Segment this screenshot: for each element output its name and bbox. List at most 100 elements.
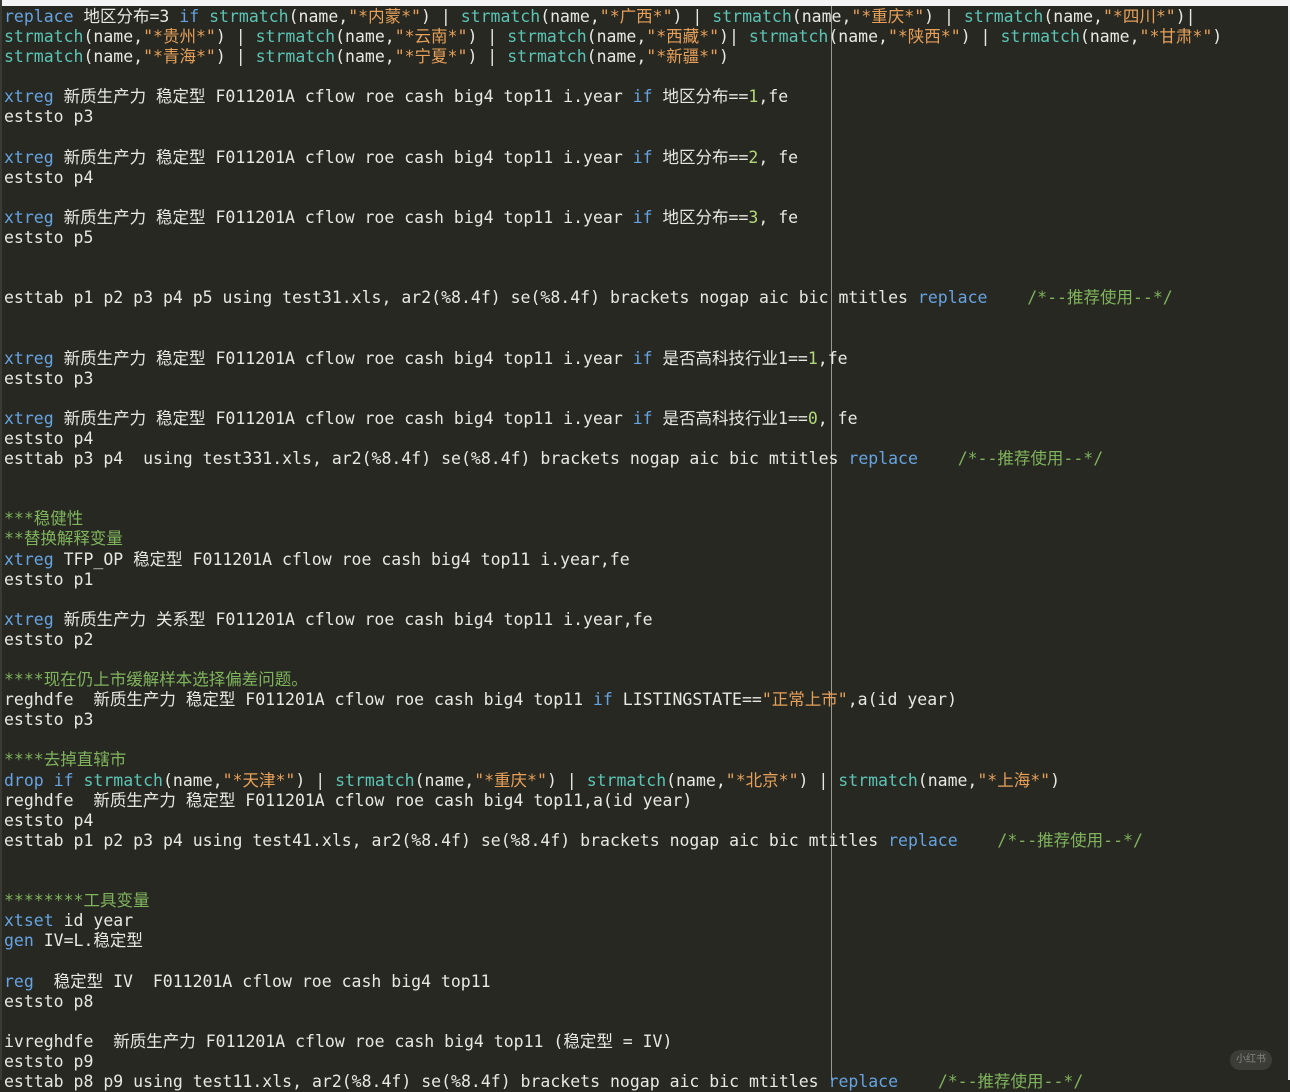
code-token: strmatch <box>963 7 1044 26</box>
code-line[interactable]: ****现在仍上市缓解样本选择偏差问题。 <box>4 670 1286 690</box>
code-token: 1 <box>807 348 818 368</box>
code-token: (name, <box>828 27 888 47</box>
code-line[interactable]: xtset id year <box>4 911 1286 931</box>
code-line[interactable]: eststo p2 <box>4 630 1286 650</box>
code-line[interactable]: esttab p1 p2 p3 p4 p5 using test31.xls, … <box>4 288 1286 308</box>
code-token: xtreg <box>4 147 54 167</box>
code-line[interactable] <box>4 469 1286 489</box>
code-line[interactable]: xtreg TFP_OP 稳定型 F011201A cflow roe cash… <box>4 550 1286 570</box>
code-line[interactable]: eststo p4 <box>4 168 1286 188</box>
code-token: ********工具变量 <box>4 891 150 911</box>
code-line[interactable] <box>4 590 1286 610</box>
code-line[interactable]: eststo p1 <box>4 570 1286 590</box>
code-line[interactable]: eststo p4 <box>4 429 1286 449</box>
code-line[interactable] <box>4 67 1286 87</box>
code-token: (name, <box>162 770 223 790</box>
code-line[interactable] <box>4 1012 1286 1032</box>
code-line[interactable]: esttab p3 p4 using test331.xls, ar2(%8.4… <box>4 449 1286 469</box>
window-top-edge <box>0 0 1290 6</box>
code-line[interactable]: eststo p9 <box>4 1052 1286 1072</box>
code-line[interactable]: xtreg 新质生产力 稳定型 F011201A cflow roe cash … <box>4 349 1286 369</box>
code-line[interactable]: xtreg 新质生产力 稳定型 F011201A cflow roe cash … <box>4 409 1286 429</box>
code-line[interactable] <box>4 389 1286 409</box>
code-token: TFP_OP 稳定型 F011201A cflow roe cash big4 … <box>53 549 630 569</box>
code-editor[interactable]: replace 地区分布=3 if strmatch(name,"*内蒙*") … <box>4 7 1286 1092</box>
code-line[interactable]: drop if strmatch(name,"*天津*") | strmatch… <box>4 771 1286 791</box>
code-line[interactable]: ****去掉直辖市 <box>4 750 1286 770</box>
code-line[interactable]: reghdfe 新质生产力 稳定型 F011201A cflow roe cas… <box>4 791 1286 811</box>
code-line[interactable]: gen IV=L.稳定型 <box>4 931 1286 951</box>
code-line[interactable]: replace 地区分布=3 if strmatch(name,"*内蒙*") … <box>4 7 1286 27</box>
code-token: ) <box>1050 770 1061 790</box>
code-token: 地区分布== <box>652 147 749 167</box>
code-line[interactable]: xtreg 新质生产力 稳定型 F011201A cflow roe cash … <box>4 87 1286 107</box>
code-token: /*--推荐使用--*/ <box>1027 288 1173 308</box>
code-line[interactable]: esttab p8 p9 using test11.xls, ar2(%8.4f… <box>4 1072 1286 1092</box>
code-line[interactable]: eststo p3 <box>4 710 1286 730</box>
code-token: LISTINGSTATE== <box>612 690 762 710</box>
code-token: ) | <box>546 770 587 790</box>
code-line[interactable]: eststo p3 <box>4 369 1286 389</box>
code-token: 新质生产力 稳定型 F011201A cflow roe cash big4 t… <box>53 348 633 368</box>
code-token: )| <box>719 27 749 47</box>
code-token: (name, <box>586 27 647 47</box>
code-token: 稳定型 IV F011201A cflow roe cash big4 top1… <box>33 971 491 991</box>
code-token: 0 <box>807 408 818 428</box>
code-line[interactable]: esttab p1 p2 p3 p4 using test41.xls, ar2… <box>4 831 1286 851</box>
code-token: replace <box>828 1071 899 1091</box>
code-line[interactable]: reg 稳定型 IV F011201A cflow roe cash big4 … <box>4 972 1286 992</box>
code-line[interactable]: ivreghdfe 新质生产力 F011201A cflow roe cash … <box>4 1032 1286 1052</box>
code-token: if <box>592 690 613 710</box>
code-token: eststo p1 <box>4 569 94 589</box>
code-line[interactable]: eststo p3 <box>4 107 1286 127</box>
code-line[interactable] <box>4 489 1286 509</box>
code-line[interactable]: ********工具变量 <box>4 891 1286 911</box>
code-line[interactable]: xtreg 新质生产力 关系型 F011201A cflow roe cash … <box>4 610 1286 630</box>
code-token: (name, <box>1079 27 1140 47</box>
code-line[interactable] <box>4 308 1286 328</box>
code-token: ) | <box>215 47 256 67</box>
code-token: 新质生产力 稳定型 F011201A cflow roe cash big4 t… <box>53 147 633 167</box>
code-line[interactable]: xtreg 新质生产力 稳定型 F011201A cflow roe cash … <box>4 208 1286 228</box>
code-token: ) | <box>420 7 461 26</box>
watermark-logo: 小红书 <box>1230 1050 1272 1070</box>
code-line[interactable]: ***稳健性 <box>4 509 1286 529</box>
code-token: ) | <box>798 770 839 790</box>
code-line[interactable]: eststo p5 <box>4 228 1286 248</box>
code-line[interactable] <box>4 650 1286 670</box>
code-line[interactable]: eststo p4 <box>4 811 1286 831</box>
code-token: "正常上市" <box>761 690 848 710</box>
code-token: xtreg <box>4 207 54 227</box>
code-token: eststo p4 <box>4 167 94 187</box>
code-token: ,fe <box>817 348 848 368</box>
code-line[interactable] <box>4 951 1286 971</box>
code-token: 是否高科技行业1== <box>652 348 808 368</box>
code-line[interactable] <box>4 268 1286 288</box>
code-line[interactable] <box>4 871 1286 891</box>
code-line[interactable]: **替换解释变量 <box>4 529 1286 549</box>
code-token: "*北京*" <box>725 770 799 790</box>
code-token: (name, <box>586 47 647 67</box>
code-line[interactable]: strmatch(name,"*青海*") | strmatch(name,"*… <box>4 47 1286 67</box>
code-line[interactable] <box>4 128 1286 148</box>
code-token: ivreghdfe 新质生产力 F011201A cflow roe cash … <box>4 1031 673 1051</box>
code-line[interactable] <box>4 329 1286 349</box>
code-line[interactable]: reghdfe 新质生产力 稳定型 F011201A cflow roe cas… <box>4 690 1286 710</box>
code-token: , fe <box>758 147 799 167</box>
code-token: strmatch <box>748 27 829 47</box>
code-line[interactable] <box>4 851 1286 871</box>
code-token: ,fe <box>758 87 789 107</box>
code-token: strmatch <box>507 27 587 47</box>
code-line[interactable] <box>4 248 1286 268</box>
code-token: strmatch <box>255 27 336 47</box>
code-line[interactable] <box>4 188 1286 208</box>
code-line[interactable] <box>4 730 1286 750</box>
code-token: ) | <box>295 770 336 790</box>
code-token: eststo p3 <box>4 368 94 388</box>
code-line[interactable]: xtreg 新质生产力 稳定型 F011201A cflow roe cash … <box>4 148 1286 168</box>
code-line[interactable]: eststo p8 <box>4 992 1286 1012</box>
code-token: "*广西*" <box>599 7 673 26</box>
code-token: (name, <box>335 47 395 67</box>
code-line[interactable]: strmatch(name,"*贵州*") | strmatch(name,"*… <box>4 27 1286 47</box>
